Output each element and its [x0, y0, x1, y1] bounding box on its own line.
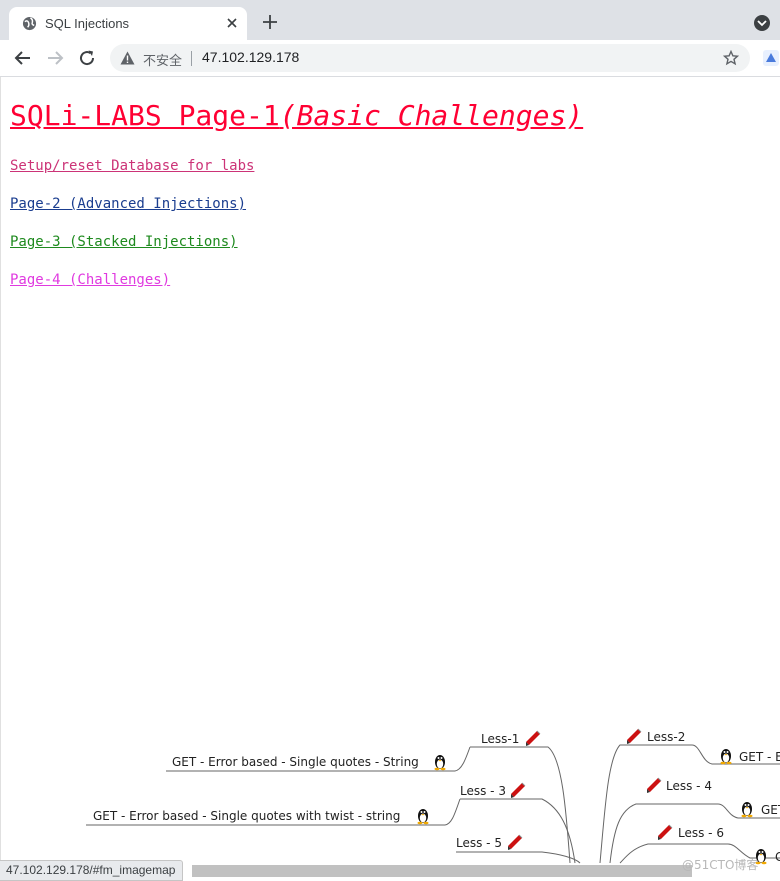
- lesson-2-title[interactable]: GET - E: [739, 750, 780, 764]
- watermark: @51CTO博客: [682, 858, 759, 872]
- security-label[interactable]: 不安全: [143, 50, 182, 69]
- pencil-icon: [657, 824, 673, 841]
- pencil-icon: [646, 777, 662, 794]
- page-4-link[interactable]: Page-4 (Challenges): [10, 272, 170, 288]
- horizontal-scrollbar[interactable]: [192, 865, 692, 877]
- tab-strip: SQL Injections: [0, 0, 780, 40]
- divider: [191, 51, 192, 66]
- page-3-link[interactable]: Page-3 (Stacked Injections): [10, 234, 238, 250]
- page-2-link[interactable]: Page-2 (Advanced Injections): [10, 196, 246, 212]
- address-bar[interactable]: 不安全 47.102.129.178: [110, 44, 750, 72]
- forward-icon[interactable]: [46, 49, 64, 67]
- lesson-4-title[interactable]: GET: [761, 803, 780, 817]
- lesson-1-label[interactable]: Less-1: [481, 732, 519, 746]
- lessons-mindmap[interactable]: Less-1 GET - Error based - Single quotes…: [0, 718, 780, 881]
- lesson-4-label[interactable]: Less - 4: [666, 779, 712, 793]
- lesson-5-label[interactable]: Less - 5: [456, 836, 502, 850]
- lesson-3-title[interactable]: GET - Error based - Single quotes with t…: [93, 809, 400, 823]
- lesson-3-label[interactable]: Less - 3: [460, 784, 506, 798]
- lesson-6-label[interactable]: Less - 6: [678, 826, 724, 840]
- reload-icon[interactable]: [78, 49, 96, 67]
- page-title-main: SQLi-LABS Page-1: [10, 99, 280, 132]
- tab-title: SQL Injections: [45, 16, 130, 31]
- new-tab-icon[interactable]: [262, 14, 278, 30]
- page-title-sub: (Basic Challenges): [279, 99, 584, 132]
- browser-toolbar: 不安全 47.102.129.178: [0, 40, 780, 77]
- penguin-icon: [720, 749, 732, 765]
- penguin-icon: [741, 802, 753, 818]
- extension-icon[interactable]: [762, 49, 780, 67]
- pencil-icon: [525, 730, 541, 747]
- setup-reset-link[interactable]: Setup/reset Database for labs: [10, 158, 254, 174]
- warning-icon[interactable]: [120, 51, 135, 65]
- lesson-6-title[interactable]: G: [775, 850, 780, 864]
- pencil-icon: [510, 782, 526, 799]
- status-bar-url: 47.102.129.178/#fm_imagemap: [0, 860, 184, 881]
- pencil-icon: [626, 728, 642, 745]
- lesson-1-title[interactable]: GET - Error based - Single quotes - Stri…: [172, 755, 419, 769]
- penguin-icon: [417, 809, 429, 825]
- bookmark-star-icon[interactable]: [723, 50, 739, 66]
- close-tab-icon[interactable]: [224, 15, 240, 31]
- tab-sql-injections[interactable]: SQL Injections: [9, 7, 247, 40]
- tab-search-icon[interactable]: [753, 14, 771, 32]
- penguin-icon: [434, 755, 446, 771]
- page-title: SQLi-LABS Page-1(Basic Challenges): [10, 99, 583, 132]
- url-text[interactable]: 47.102.129.178: [202, 49, 299, 65]
- globe-icon: [22, 16, 37, 31]
- back-icon[interactable]: [14, 49, 32, 67]
- lesson-2-label[interactable]: Less-2: [647, 730, 685, 744]
- pencil-icon: [507, 834, 523, 851]
